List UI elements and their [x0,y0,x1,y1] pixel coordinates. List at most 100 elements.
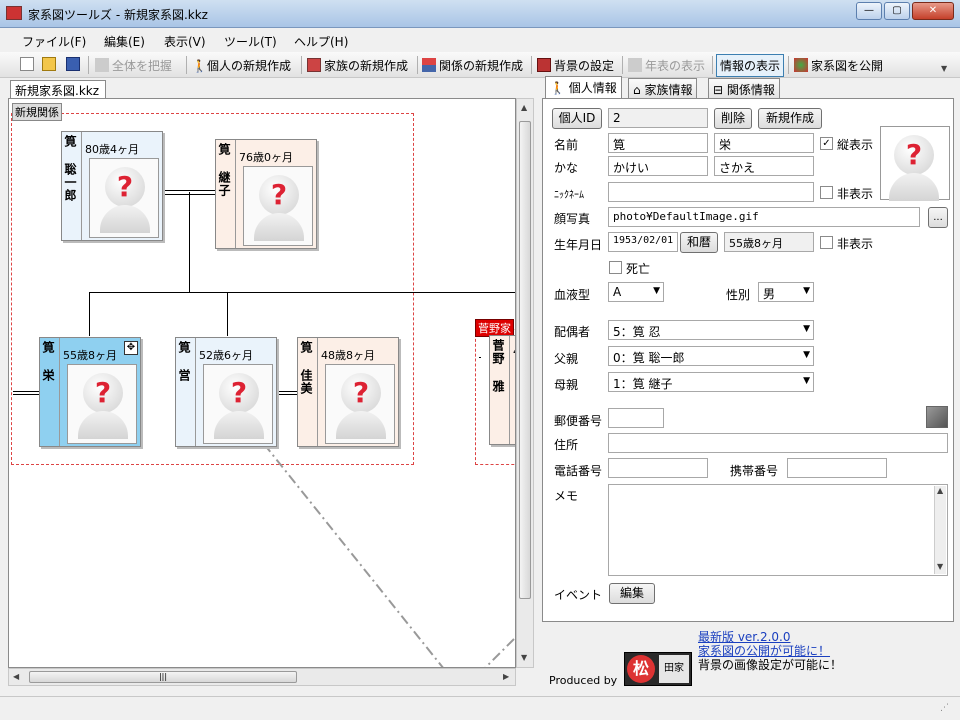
person-id-field: 2 [608,108,708,128]
canvas-horizontal-scrollbar[interactable]: ◀ ||| ▶ [8,668,516,686]
new-person-button[interactable]: 🚶個人の新規作成 [192,57,291,74]
publish-icon [794,58,808,72]
save-icon[interactable] [66,57,83,72]
move-handle-icon[interactable]: ✥ [124,341,138,355]
person-photo: ? [325,364,395,444]
relation-group-label[interactable]: 新規関係 [12,103,62,121]
person-photo: ? [67,364,137,444]
last-kana-field[interactable]: かけい [608,156,708,176]
last-name-field[interactable]: 筧 [608,133,708,153]
timeline-button[interactable]: 年表の表示 [628,57,705,74]
kana-label: かな [554,161,579,175]
blood-type-select[interactable]: A ▼ [608,282,664,302]
deceased-checkbox[interactable] [609,261,622,274]
person-name: 筧 継子 [216,140,236,248]
sex-select[interactable]: 男 ▼ [758,282,814,302]
scroll-thumb[interactable]: ||| [29,671,297,683]
person-icon: 🚶 [550,81,565,95]
wareki-button[interactable]: 和暦 [680,232,718,253]
delete-button[interactable]: 削除 [714,108,752,129]
chevron-down-icon: ▼ [803,324,810,334]
close-button[interactable]: ✕ [912,2,954,20]
producer-logo[interactable]: 松 田家 [624,652,692,686]
person-card-selected[interactable]: 筧 栄 55歳8ヶ月 ✥ ? [39,337,141,447]
minimize-button[interactable]: — [856,2,882,20]
father-label: 父親 [554,352,579,366]
status-bar: ⋰ [0,696,960,720]
open-folder-icon[interactable] [42,57,59,72]
browse-button[interactable]: ... [928,207,948,228]
deceased-label: 死亡 [626,262,651,276]
hide-nickname-checkbox[interactable] [820,186,833,199]
tab-family-info[interactable]: ⌂ 家族情報 [628,78,698,98]
house-icon: ⌂ [633,83,641,97]
canvas-vertical-scrollbar[interactable]: ▲ ▼ [516,98,534,668]
person-name: 菅野 雅 [490,336,510,444]
chevron-down-icon: ▼ [803,350,810,360]
birth-date-field[interactable]: 1953/02/01 [608,232,678,252]
timeline-icon [628,58,642,72]
resize-grip-icon[interactable]: ⋰ [940,703,949,713]
father-select[interactable]: 0：筧 聡一郎 ▼ [608,346,814,366]
memo-textarea[interactable] [608,484,948,576]
new-family-button[interactable]: 家族の新規作成 [307,57,408,74]
vertical-display-checkbox[interactable]: ✓ [820,137,833,150]
menu-tools[interactable]: ツール(T) [224,33,277,50]
menu-file[interactable]: ファイル(F) [22,33,86,50]
menu-view[interactable]: 表示(V) [164,33,206,50]
event-label: イベント [554,588,603,602]
menu-bar: ファイル(F) 編集(E) 表示(V) ツール(T) ヘルプ(H) [0,28,960,52]
new-person-button[interactable]: 新規作成 [758,108,822,129]
menu-edit[interactable]: 編集(E) [104,33,145,50]
maximize-button[interactable]: ▢ [884,2,910,20]
spouse-select[interactable]: 5：筧 忍 ▼ [608,320,814,340]
photo-path-field[interactable]: photo¥DefaultImage.gif [608,207,920,227]
address-field[interactable] [608,433,948,453]
tab-personal-info[interactable]: 🚶 個人情報 [545,76,622,99]
title-bar: 家系図ツールズ - 新規家系図.kkz — ▢ ✕ [0,0,960,28]
toolbar-overflow-icon[interactable]: ▼ [941,64,947,73]
person-card[interactable]: 筧 佳美 48歳8ヶ月 ? [297,337,399,447]
map-icon[interactable] [926,406,948,428]
background-button[interactable]: 背景の設定 [537,57,614,74]
zip-field[interactable] [608,408,664,428]
person-card[interactable]: 菅野 雅 4 [489,335,515,445]
person-card[interactable]: 筧 聡一郎 80歳4ヶ月 ? [61,131,163,241]
scroll-right-icon[interactable]: ▶ [503,672,509,681]
scroll-up-icon[interactable]: ▲ [521,103,527,112]
hide-birth-checkbox[interactable] [820,236,833,249]
mother-select[interactable]: 1：筧 継子 ▼ [608,372,814,392]
show-info-button[interactable]: 情報の表示 [716,54,785,77]
scroll-down-icon[interactable]: ▼ [521,653,527,662]
person-card[interactable]: 筧 継子 76歳0ヶ月 ? [215,139,317,249]
person-id-button[interactable]: 個人ID [552,108,602,129]
first-kana-field[interactable]: さかえ [714,156,814,176]
document-tab[interactable]: 新規家系図.kkz [10,80,106,98]
toolbar-separator [531,56,532,74]
new-file-icon[interactable] [20,57,37,72]
tab-relation-info[interactable]: ⊟ 関係情報 [708,78,780,98]
publish-button[interactable]: 家系図を公開 [794,57,883,74]
family-tree-canvas[interactable]: 新規関係 菅野家 筧 聡一郎 80歳4ヶ月 ? 筧 継子 76歳0ヶ月 ? 筧 … [8,98,516,668]
first-name-field[interactable]: 栄 [714,133,814,153]
nickname-label: ﾆｯｸﾈｰﾑ [554,190,584,201]
event-edit-button[interactable]: 編集 [609,583,655,604]
chevron-down-icon: ▼ [653,286,660,296]
memo-scrollbar[interactable]: ▲ ▼ [934,486,946,574]
person-card[interactable]: 筧 営 52歳6ヶ月 ? [175,337,277,447]
phone-field[interactable] [608,458,708,478]
hide-label: 非表示 [837,187,874,201]
new-relation-button[interactable]: 関係の新規作成 [422,57,523,74]
vertical-display-label: 縦表示 [837,138,874,152]
print-icon [95,58,109,72]
scroll-left-icon[interactable]: ◀ [13,672,19,681]
window-title: 家系図ツールズ - 新規家系図.kkz [28,8,208,22]
nickname-field[interactable] [608,182,814,202]
person-name: 筧 営 [176,338,196,446]
menu-help[interactable]: ヘルプ(H) [294,33,348,50]
fit-all-button[interactable]: 全体を把握 [95,57,172,74]
person-age: 48歳8ヶ月 [321,349,375,362]
scroll-thumb[interactable] [519,121,531,599]
mobile-field[interactable] [787,458,887,478]
spouse-label: 配偶者 [554,325,591,339]
